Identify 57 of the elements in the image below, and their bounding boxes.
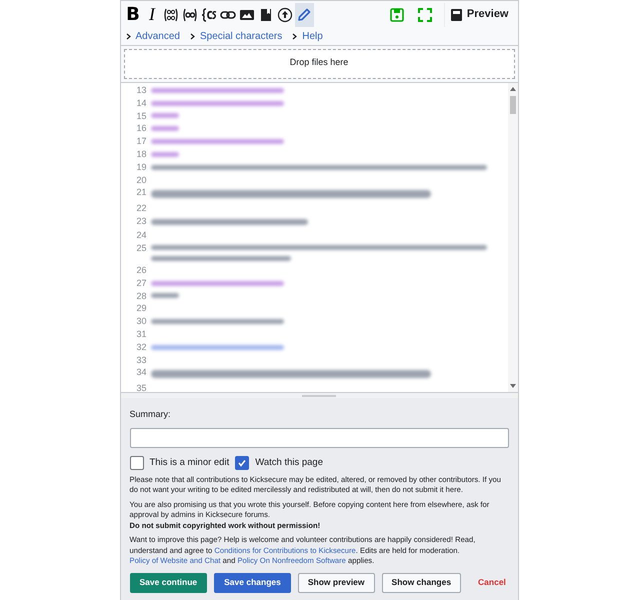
scroll-up-icon[interactable] [510, 86, 516, 92]
preview-button[interactable]: Preview [444, 2, 514, 26]
section-link[interactable]: Help [292, 29, 323, 44]
line-number: 28 [136, 290, 146, 303]
checkbox[interactable] [235, 456, 250, 470]
line-number: 16 [136, 122, 146, 136]
line-number: 26 [136, 264, 146, 277]
checkbox-label: Watch this page [255, 456, 324, 470]
comment-icon [163, 6, 179, 22]
line-number: 15 [136, 110, 146, 123]
chevron-icon [190, 33, 195, 40]
line-number: 23 [136, 215, 146, 228]
form-button[interactable]: Show preview [298, 572, 375, 593]
checkbox-label: This is a minor edit [150, 456, 230, 470]
section-link[interactable]: Advanced [126, 29, 180, 44]
upload-icon [277, 6, 293, 22]
line-number: 29 [136, 302, 146, 316]
line-number: 19 [136, 160, 146, 174]
bold-button[interactable]: B [124, 2, 142, 26]
line-number: 20 [136, 174, 146, 187]
form-button[interactable]: Save continue [130, 572, 208, 593]
line-number: 17 [136, 135, 146, 148]
form-button[interactable]: Cancel [468, 572, 516, 593]
preview-icon [450, 8, 462, 20]
line-number: 30 [136, 315, 146, 328]
line-number: 24 [136, 229, 146, 242]
line-number: 27 [136, 276, 146, 290]
italic-button[interactable]: I [142, 2, 162, 26]
braces-icon [201, 6, 217, 22]
scroll-down-icon[interactable] [510, 383, 516, 389]
form-button[interactable]: Save changes [214, 572, 291, 593]
line-number: 35 [136, 382, 146, 392]
summary-label: Summary: [130, 408, 172, 421]
line-number: 25 [136, 242, 146, 255]
line-number: 21 [136, 186, 146, 200]
check-icon [237, 458, 248, 468]
drop-zone[interactable]: Drop files here [124, 49, 514, 79]
line-number: 34 [136, 366, 146, 380]
bookmark-icon [258, 6, 274, 22]
chevron-icon [126, 33, 130, 40]
line-number: 13 [136, 84, 146, 97]
line-number: 18 [136, 148, 146, 161]
summary-field[interactable] [130, 428, 508, 448]
line-number: 31 [136, 328, 146, 341]
code-icon [182, 6, 198, 22]
line-number: 22 [136, 202, 146, 216]
line-number: 32 [136, 340, 146, 354]
section-link[interactable]: Special characters [190, 29, 282, 44]
line-number: 14 [136, 96, 146, 110]
form-button[interactable]: Show changes [382, 572, 462, 593]
pencil-icon [296, 6, 312, 22]
line-number: 33 [136, 354, 146, 367]
scroll-thumb[interactable] [510, 96, 516, 114]
chevron-icon [292, 33, 298, 40]
scrollbar[interactable] [508, 83, 518, 392]
resize-handle[interactable] [302, 394, 336, 396]
checkbox[interactable] [130, 456, 144, 470]
